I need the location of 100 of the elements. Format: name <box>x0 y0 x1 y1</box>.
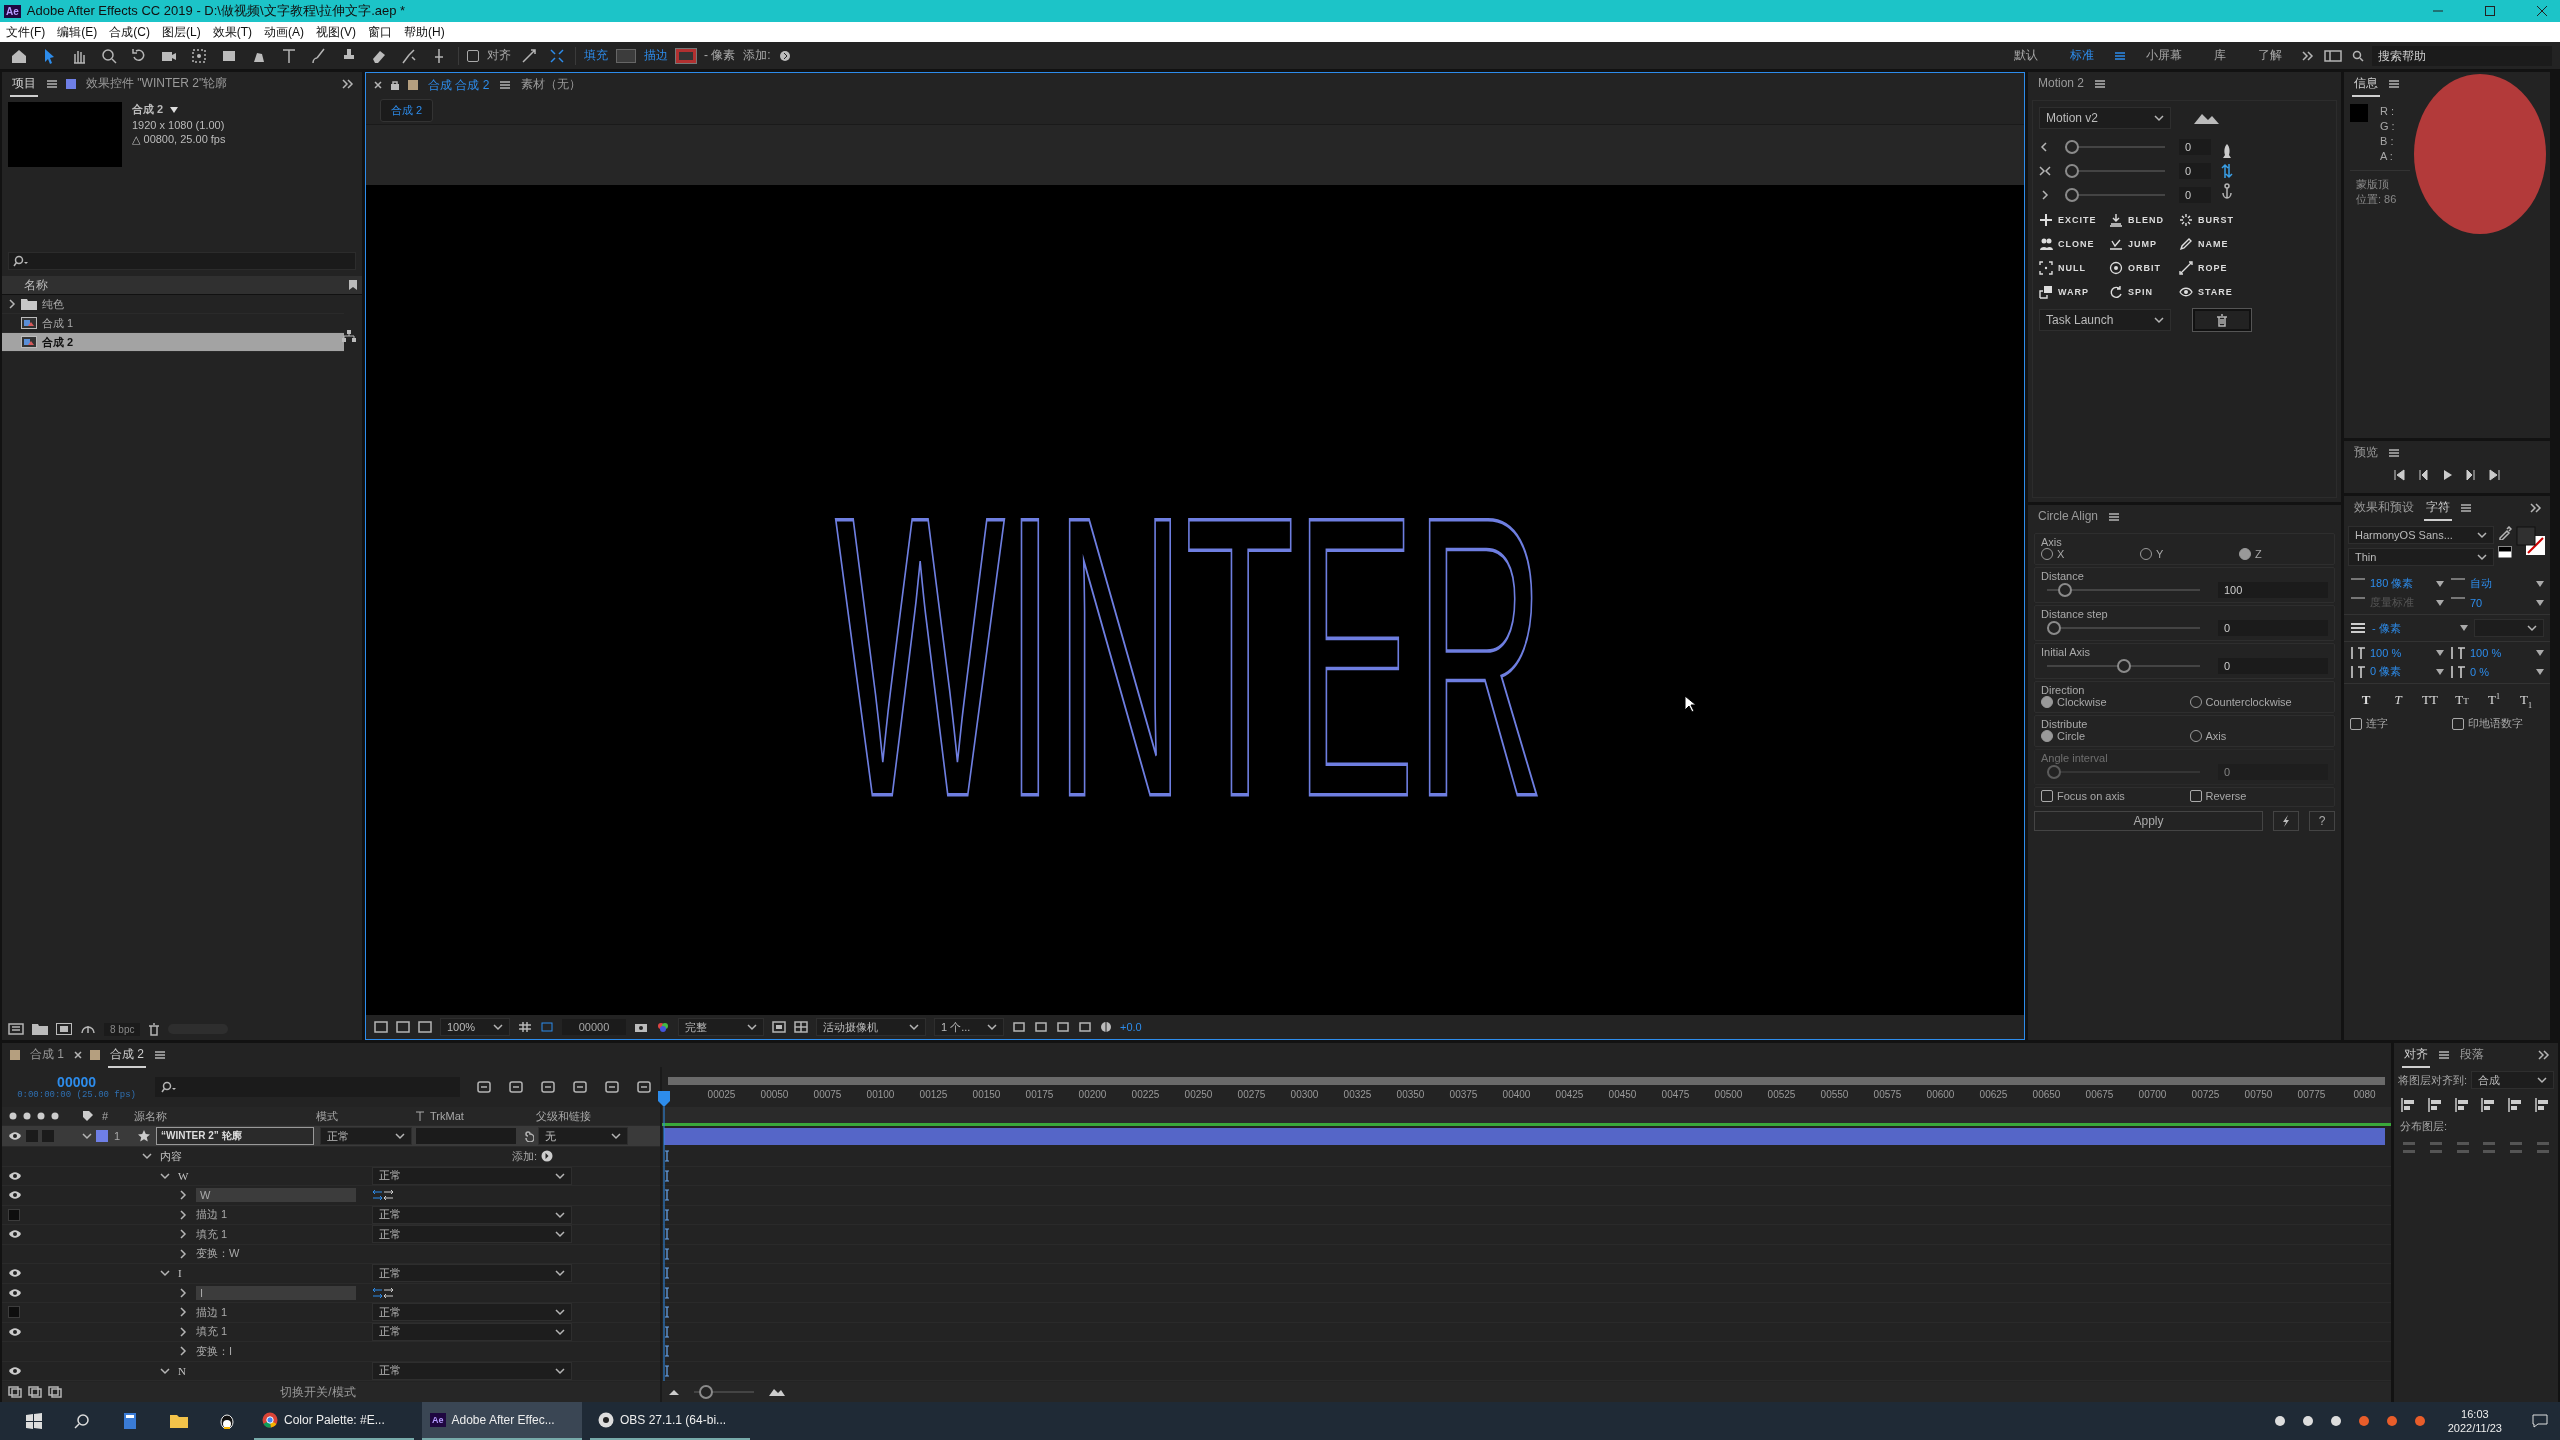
task-dropdown[interactable]: Task Launch <box>2039 309 2171 331</box>
blend-mode-dropdown[interactable]: 正常 <box>372 1264 572 1283</box>
metric-value[interactable]: 0 像素 <box>2370 664 2432 679</box>
panel-tab[interactable]: 对齐 <box>2402 1042 2430 1068</box>
stroke-width-value[interactable]: - 像素 <box>704 47 736 64</box>
panel-tab[interactable]: Motion 2 <box>2036 73 2087 95</box>
font-style-dropdown[interactable]: Thin <box>2348 548 2494 566</box>
action-button[interactable]: BLEND <box>2109 213 2179 227</box>
parent-dropdown[interactable]: 无 <box>538 1127 628 1145</box>
workspace-tab[interactable]: 库 <box>2202 47 2238 64</box>
action-button[interactable]: BURST <box>2179 213 2249 227</box>
menu-item[interactable]: 视图(V) <box>316 23 356 41</box>
toggle-switches-button[interactable]: 切换开关/模式 <box>218 1383 418 1401</box>
text-style-button[interactable]: T <box>2354 692 2378 708</box>
menu-item[interactable]: 合成(C) <box>109 23 150 41</box>
value-field[interactable]: 100 <box>2218 582 2328 598</box>
help-button[interactable]: ? <box>2309 811 2335 831</box>
view-layout-dropdown[interactable]: 1 个... <box>934 1018 1004 1036</box>
value-field[interactable]: 0 <box>2179 163 2211 179</box>
value-field[interactable]: 0 <box>2218 620 2328 636</box>
timecode-field[interactable]: 00000 <box>562 1019 626 1035</box>
workspace-tab[interactable]: 标准 <box>2058 47 2106 64</box>
layer-name-field[interactable]: “WINTER 2” 轮廓 <box>156 1127 314 1145</box>
path-name-field[interactable]: I <box>196 1285 356 1300</box>
project-item[interactable]: 合成 2 <box>2 333 344 352</box>
workspace-tab[interactable]: 了解 <box>2246 47 2294 64</box>
column-header[interactable]: TrkMat <box>430 1110 464 1122</box>
panel-tab[interactable]: 合成 合成 2 <box>426 73 492 97</box>
text-style-button[interactable]: T <box>2386 692 2410 708</box>
text-style-button[interactable]: T$_{1}$ <box>2514 692 2538 708</box>
action-button[interactable]: SPIN <box>2109 285 2179 299</box>
clock[interactable]: 16:03 2022/11/23 <box>2437 1407 2512 1435</box>
mode-dropdown[interactable]: 正常 <box>320 1127 412 1145</box>
menu-item[interactable]: 文件(F) <box>6 23 46 41</box>
metric-value[interactable]: 70 <box>2470 596 2532 609</box>
checkbox-label[interactable]: 连字 <box>2366 716 2388 731</box>
clock-date[interactable]: 2022/11/23 <box>2447 1421 2502 1435</box>
text-style-button[interactable]: Tт <box>2450 692 2474 708</box>
checkbox-label[interactable]: Reverse <box>2205 790 2247 802</box>
metric-value[interactable]: 100 % <box>2470 647 2532 659</box>
clock-time[interactable]: 16:03 <box>2461 1407 2489 1421</box>
camera-dropdown[interactable]: 活动摄像机 <box>816 1018 926 1036</box>
panel-tab[interactable]: 段落 <box>2458 1042 2486 1068</box>
column-header[interactable]: 模式 <box>316 1108 416 1124</box>
radio-label[interactable]: Y <box>2156 548 2164 560</box>
radio-label[interactable]: Z <box>2255 548 2262 560</box>
menu-item[interactable]: 效果(T) <box>212 23 252 41</box>
text-style-button[interactable]: TT <box>2418 692 2442 708</box>
menu-item[interactable]: 窗口 <box>368 23 392 41</box>
action-button[interactable]: NAME <box>2179 237 2249 251</box>
zoom-dropdown[interactable]: 100% <box>440 1018 510 1036</box>
column-header[interactable]: 源名称 <box>126 1108 316 1124</box>
taskbar-app[interactable]: Ae Adobe After Effec... <box>422 1402 582 1440</box>
panel-tab[interactable]: 效果和预设 <box>2352 495 2416 521</box>
radio-label[interactable]: Clockwise <box>2057 696 2107 708</box>
radio-label[interactable]: Counterclockwise <box>2205 696 2292 708</box>
value-field[interactable]: 0 <box>2179 187 2211 203</box>
action-button[interactable]: WARP <box>2039 285 2109 299</box>
text-style-button[interactable]: T$^{1}$ <box>2482 692 2506 708</box>
action-button[interactable]: EXCITE <box>2039 213 2109 227</box>
apply-button[interactable]: Apply <box>2034 811 2263 831</box>
project-item[interactable]: 纯色 <box>2 295 344 314</box>
radio-label[interactable]: X <box>2057 548 2065 560</box>
action-button[interactable]: CLONE <box>2039 237 2109 251</box>
metric-value[interactable]: 0 % <box>2470 665 2532 678</box>
value-field[interactable]: 0 <box>2218 658 2328 674</box>
blend-mode-dropdown[interactable]: 正常 <box>372 1303 572 1322</box>
value-field[interactable]: 0 <box>2179 139 2211 155</box>
action-button[interactable]: JUMP <box>2109 237 2179 251</box>
panel-tab[interactable]: 合成 2 <box>108 1042 147 1068</box>
panel-tab[interactable]: 项目 <box>10 71 38 97</box>
stroke-width-value[interactable]: - 像素 <box>2372 620 2454 636</box>
blend-mode-dropdown[interactable]: 正常 <box>372 1225 572 1244</box>
fill-label[interactable]: 填充 <box>584 47 608 64</box>
stroke-label[interactable]: 描边 <box>644 47 668 64</box>
preset-dropdown[interactable]: Motion v2 <box>2039 107 2171 129</box>
action-button[interactable]: ORBIT <box>2109 261 2179 275</box>
layer-row[interactable]: 1 “WINTER 2” 轮廓 正常 无 <box>2 1126 660 1147</box>
composition-tab[interactable]: 合成 2 <box>380 99 434 122</box>
panel-tab[interactable]: 字符 <box>2424 495 2452 521</box>
bit-depth-button[interactable]: 8 bpc <box>104 1022 141 1036</box>
checkbox-label[interactable]: Focus on axis <box>2057 790 2125 802</box>
panel-tab[interactable]: Circle Align <box>2036 506 2101 528</box>
path-name-field[interactable]: W <box>196 1188 356 1203</box>
exposure-value[interactable]: +0.0 <box>1120 1021 1142 1033</box>
menu-item[interactable]: 图层(L) <box>162 23 201 41</box>
radio-label[interactable]: Circle <box>2057 730 2086 742</box>
menu-item[interactable]: 动画(A) <box>264 23 304 41</box>
panel-tab[interactable]: 素材（无） <box>519 72 584 98</box>
font-dropdown[interactable]: HarmonyOS Sans... <box>2348 526 2494 544</box>
panel-tab[interactable]: 信息 <box>2352 71 2380 97</box>
radio-label[interactable]: Axis <box>2205 730 2227 742</box>
resolution-dropdown[interactable]: 完整 <box>678 1018 764 1036</box>
timecode[interactable]: 00000 <box>57 1074 97 1090</box>
checkbox-label[interactable]: 印地语数字 <box>2468 716 2523 731</box>
menu-item[interactable]: 编辑(E) <box>57 23 98 41</box>
panel-tab[interactable]: 合成 1 <box>28 1042 66 1068</box>
action-button[interactable]: ROPE <box>2179 261 2249 275</box>
column-header[interactable]: 名称 <box>24 276 48 294</box>
metric-value[interactable]: 180 像素 <box>2370 576 2432 591</box>
